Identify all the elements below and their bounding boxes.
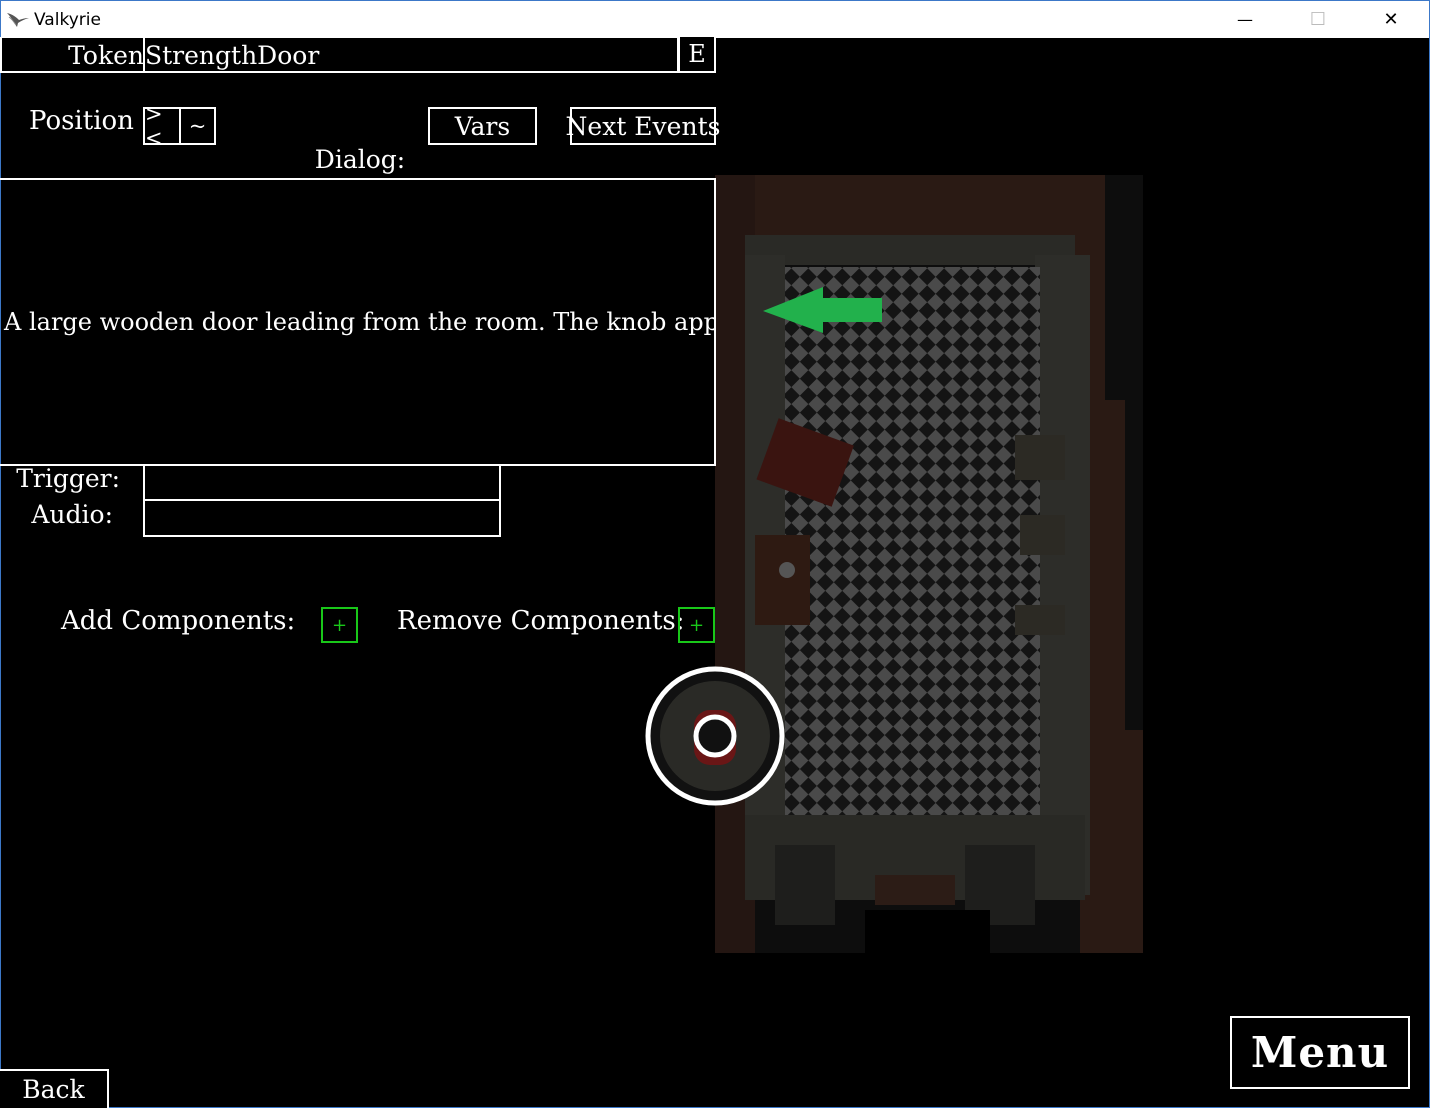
remove-components-label: Remove Components: bbox=[397, 606, 685, 636]
maximize-button[interactable]: ☐ bbox=[1282, 1, 1354, 37]
remove-component-button[interactable]: + bbox=[678, 607, 715, 643]
next-events-button[interactable]: Next Events bbox=[566, 107, 720, 145]
position-fine-button[interactable]: ~ bbox=[179, 107, 216, 145]
room-map bbox=[715, 175, 1143, 953]
window-titlebar: Valkyrie — ☐ ✕ bbox=[0, 0, 1430, 38]
dialog-textarea[interactable]: A large wooden door leading from the roo… bbox=[0, 178, 716, 466]
menu-button[interactable]: Menu bbox=[1230, 1016, 1410, 1089]
component-name-input[interactable]: StrengthDoor bbox=[143, 37, 679, 73]
vars-button[interactable]: Vars bbox=[428, 107, 537, 145]
position-center-button[interactable]: >< bbox=[143, 102, 181, 150]
window-title: Valkyrie bbox=[34, 10, 101, 30]
door-token-icon[interactable] bbox=[644, 664, 786, 808]
add-components-label: Add Components: bbox=[61, 606, 296, 636]
trigger-label: Trigger: bbox=[16, 464, 120, 493]
minimize-icon: — bbox=[1237, 9, 1253, 29]
audio-input[interactable] bbox=[143, 499, 501, 537]
close-icon: ✕ bbox=[1383, 8, 1399, 30]
dialog-label: Dialog: bbox=[314, 145, 406, 174]
close-button[interactable]: ✕ bbox=[1355, 1, 1427, 37]
add-component-button[interactable]: + bbox=[321, 607, 358, 643]
maximize-icon: ☐ bbox=[1309, 8, 1327, 30]
trigger-input[interactable] bbox=[143, 464, 501, 501]
component-type-label: Token bbox=[68, 40, 144, 70]
audio-label: Audio: bbox=[31, 500, 113, 529]
valkyrie-wing-icon bbox=[7, 13, 29, 27]
minimize-button[interactable]: — bbox=[1209, 1, 1281, 37]
position-label: Position bbox=[29, 106, 134, 136]
back-button[interactable]: Back bbox=[0, 1069, 109, 1108]
edit-name-button[interactable]: E bbox=[678, 37, 716, 73]
dialog-text: A large wooden door leading from the roo… bbox=[4, 308, 716, 336]
